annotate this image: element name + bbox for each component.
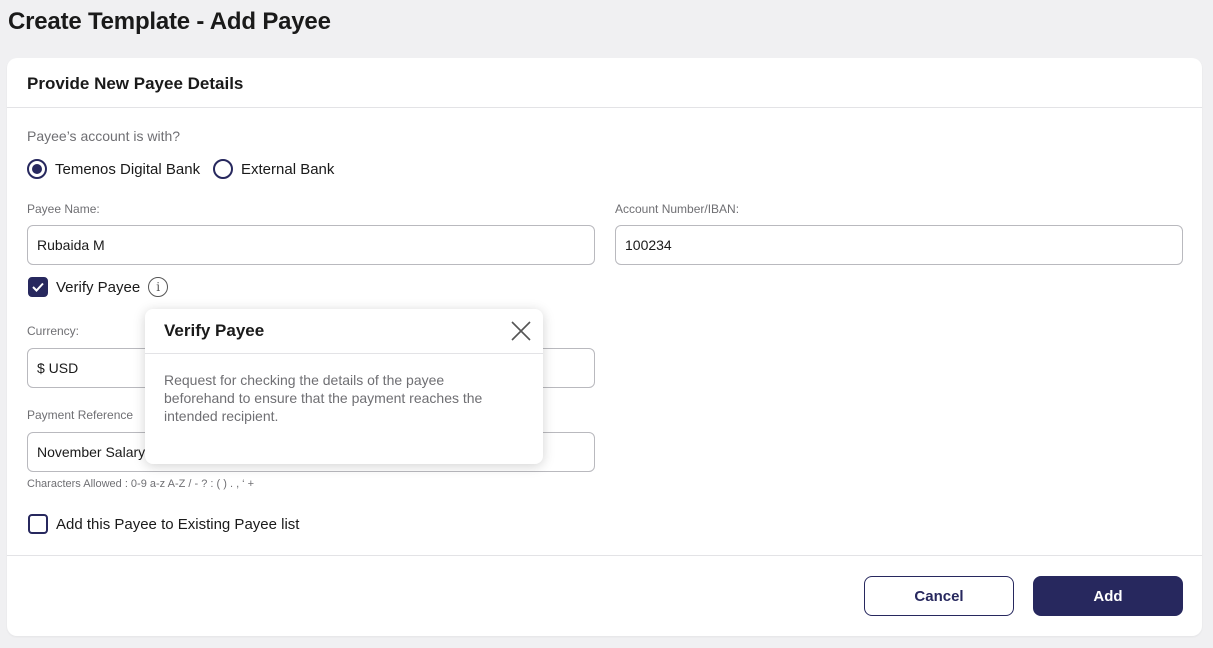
payee-name-label: Payee Name: xyxy=(27,202,100,216)
account-number-input[interactable]: 100234 xyxy=(615,225,1183,265)
radio-label-temenos: Temenos Digital Bank xyxy=(55,160,201,178)
verify-payee-checkbox[interactable] xyxy=(28,277,48,297)
currency-label: Currency: xyxy=(27,324,80,338)
add-existing-payee-row: Add this Payee to Existing Payee list xyxy=(28,514,299,534)
verify-payee-label: Verify Payee xyxy=(56,278,141,296)
close-icon[interactable] xyxy=(511,321,531,341)
radio-button-unselected[interactable] xyxy=(213,159,233,179)
add-existing-payee-label: Add this Payee to Existing Payee list xyxy=(56,515,300,533)
card-header: Provide New Payee Details xyxy=(7,58,1202,108)
popover-header: Verify Payee xyxy=(145,309,543,354)
account-question-label: Payee’s account is with? xyxy=(27,128,181,144)
popover-title: Verify Payee xyxy=(164,321,265,340)
page-title: Create Template - Add Payee xyxy=(8,8,331,35)
popover-body: Request for checking the details of the … xyxy=(164,372,483,424)
check-icon xyxy=(32,282,44,292)
radio-external-bank[interactable]: External Bank xyxy=(213,159,334,179)
radio-temenos-bank[interactable]: Temenos Digital Bank xyxy=(27,159,200,179)
account-number-label: Account Number/IBAN: xyxy=(615,202,740,216)
footer-divider xyxy=(7,555,1202,556)
characters-allowed-hint: Characters Allowed : 0-9 a-z A-Z / - ? :… xyxy=(27,478,255,490)
verify-payee-row: Verify Payee i xyxy=(28,277,169,297)
radio-label-external: External Bank xyxy=(241,160,335,178)
add-existing-payee-checkbox[interactable] xyxy=(28,514,48,534)
payee-name-input[interactable]: Rubaida M xyxy=(27,225,595,265)
add-button[interactable]: Add xyxy=(1033,576,1183,616)
cancel-button[interactable]: Cancel xyxy=(864,576,1014,616)
radio-button-selected[interactable] xyxy=(27,159,47,179)
info-icon[interactable]: i xyxy=(148,277,169,297)
payment-reference-label: Payment Reference xyxy=(27,408,134,422)
verify-payee-popover: Verify Payee Request for checking the de… xyxy=(145,309,543,464)
